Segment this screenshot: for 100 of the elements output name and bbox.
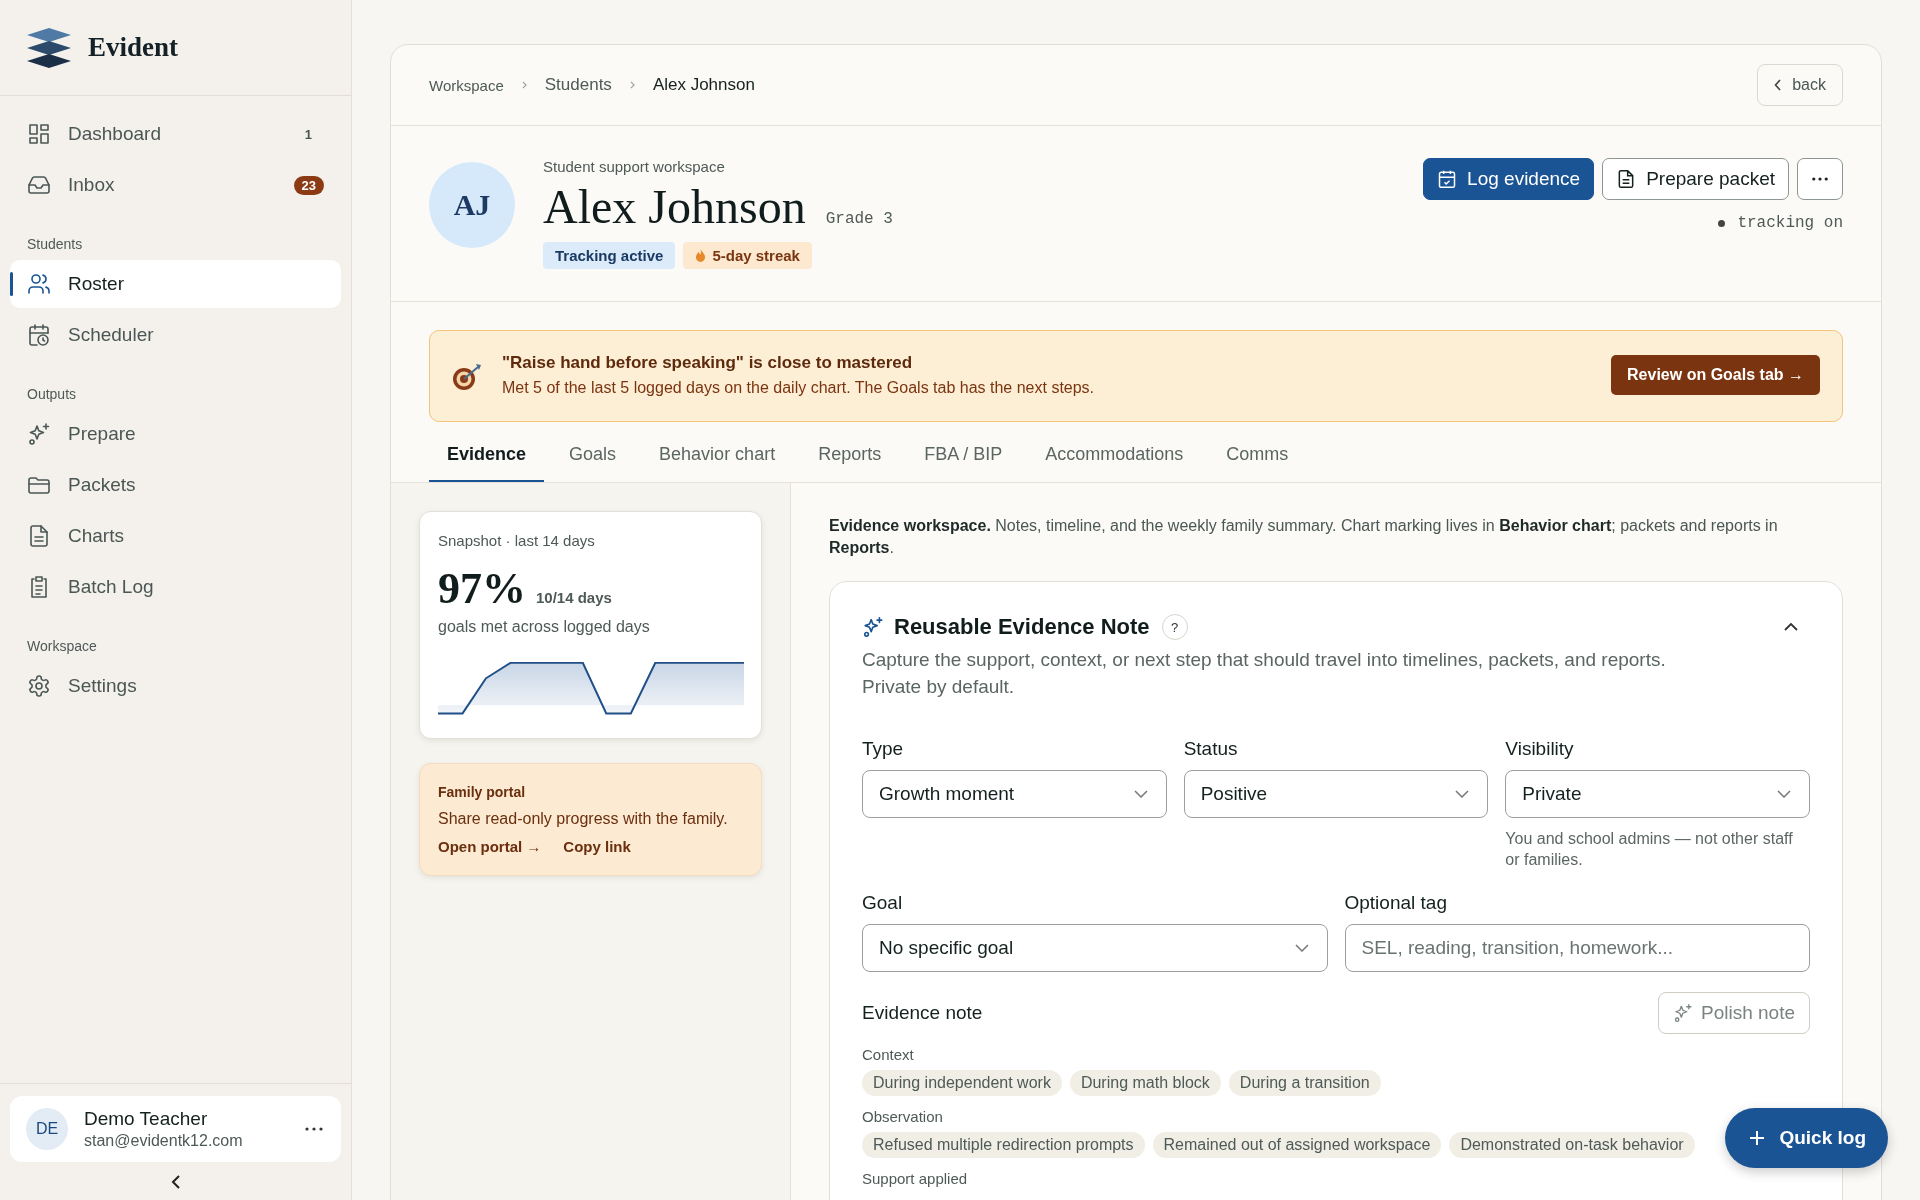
- suggestion-chip[interactable]: Refused multiple redirection prompts: [862, 1132, 1145, 1158]
- chevron-down-icon: [1133, 790, 1148, 798]
- snapshot-caption: goals met across logged days: [438, 618, 651, 636]
- grid-icon: [27, 122, 51, 146]
- sparkle-icon: [1673, 1003, 1693, 1023]
- field-label: Type: [862, 738, 905, 760]
- portal-link[interactable]: Open portal →: [438, 838, 542, 855]
- brand-name: Evident: [88, 32, 179, 63]
- sparkle-icon: [862, 616, 884, 638]
- student-avatar: AJ: [429, 162, 515, 248]
- nav-section-heading: Workspace: [26, 637, 98, 656]
- evidence-note-label: Evidence note: [862, 1002, 983, 1024]
- chevron-right-icon: [521, 81, 527, 89]
- calendar-icon: [27, 323, 51, 347]
- chevron-right-icon: [629, 81, 635, 89]
- field-hint: You and school admins — not other staff or families.: [1505, 829, 1794, 870]
- document-icon: [27, 524, 51, 548]
- back-button[interactable]: back: [1757, 64, 1843, 106]
- portal-text: Share read-only progress with the family.: [438, 810, 729, 828]
- nav-section-heading: Outputs: [26, 385, 78, 404]
- nav-section-heading: Students: [26, 235, 84, 254]
- more-icon: [1812, 177, 1828, 181]
- breadcrumb-item[interactable]: Workspace: [429, 76, 504, 94]
- snapshot-label: Snapshot · last 14 days: [438, 532, 596, 549]
- sidebar-item[interactable]: Batch Log: [10, 563, 341, 611]
- snapshot-value: 97%: [438, 563, 526, 614]
- status-tag: 5-day streak: [683, 242, 812, 269]
- tab[interactable]: Reports: [800, 430, 900, 482]
- collapse-chevron-icon[interactable]: [1784, 623, 1798, 631]
- tab[interactable]: Behavior chart: [641, 430, 794, 482]
- tab[interactable]: Comms: [1208, 430, 1307, 482]
- field-label: Optional tag: [1344, 892, 1448, 914]
- breadcrumb-item: Alex Johnson: [652, 75, 755, 95]
- user-name: Demo Teacher: [84, 1108, 209, 1130]
- log-evidence-button[interactable]: Log evidence: [1423, 158, 1595, 200]
- status-tag: Tracking active: [543, 242, 676, 269]
- portal-link[interactable]: Copy link: [563, 838, 631, 855]
- people-icon: [27, 272, 51, 296]
- suggestion-chip[interactable]: During a transition: [1228, 1070, 1381, 1096]
- suggestion-chip[interactable]: During independent work: [862, 1070, 1062, 1096]
- input-field[interactable]: SEL, reading, transition, homework...: [1344, 924, 1810, 972]
- target-icon: [452, 363, 482, 391]
- sparkle-icon: [27, 422, 51, 446]
- grade-label: Grade 3: [825, 210, 893, 228]
- select-field[interactable]: Private: [1505, 770, 1810, 818]
- sidebar-item[interactable]: Settings: [10, 662, 341, 710]
- sidebar-item[interactable]: Charts: [10, 512, 341, 560]
- user-email: stan@evidentk12.com: [84, 1132, 244, 1150]
- banner-text: Met 5 of the last 5 logged days on the daily chart. The Goals tab has the next steps.: [502, 379, 1096, 397]
- prepare-packet-button[interactable]: Prepare packet: [1602, 158, 1789, 200]
- logo-icon: [27, 27, 71, 68]
- sidebar-item[interactable]: Roster: [10, 260, 341, 308]
- suggestion-chip[interactable]: Demonstrated on-task behavior: [1449, 1132, 1695, 1158]
- more-button[interactable]: [1797, 158, 1843, 200]
- sidebar-item[interactable]: Inbox 23: [10, 161, 341, 209]
- student-name: Alex Johnson: [543, 179, 806, 234]
- user-avatar: DE: [26, 1108, 68, 1150]
- chevron-down-icon: [1294, 944, 1309, 952]
- count-label: 1: [304, 126, 313, 142]
- more-icon[interactable]: [305, 1127, 323, 1131]
- chevron-left-icon: [1774, 79, 1783, 91]
- banner-title: "Raise hand before speaking" is close to mastered: [502, 353, 914, 373]
- intro-text: Evidence workspace. Notes, timeline, and the weekly family summary. Chart marking lives in Behavior chart; packets and reports in Reports.: [829, 516, 1779, 558]
- sidebar-item[interactable]: Dashboard 1: [10, 110, 341, 158]
- suggestion-chip[interactable]: During math block: [1069, 1070, 1221, 1096]
- settings-icon: [27, 674, 51, 698]
- count-badge: 23: [293, 175, 324, 195]
- tracking-status: tracking on: [1737, 214, 1843, 232]
- field-label: Status: [1183, 738, 1239, 760]
- chip-group-heading: Observation: [862, 1108, 944, 1125]
- note-description: Capture the support, context, or next step that should travel into timelines, packets, and reports. Private by default.: [862, 648, 1667, 699]
- flame-icon: [695, 249, 707, 262]
- plus-icon: [1749, 1130, 1766, 1146]
- select-field[interactable]: No specific goal: [862, 924, 1328, 972]
- suggestion-chip[interactable]: Remained out of assigned workspace: [1152, 1132, 1442, 1158]
- chip-group-heading: Context: [862, 1046, 915, 1063]
- chevron-down-icon: [1455, 790, 1470, 798]
- status-dot-icon: [1718, 219, 1726, 227]
- quick-log-button[interactable]: Quick log: [1725, 1108, 1888, 1168]
- chevron-down-icon: [1777, 790, 1791, 798]
- field-label: Goal: [862, 892, 904, 914]
- tab[interactable]: Goals: [551, 430, 635, 482]
- user-card[interactable]: DE Demo Teacher stan@evidentk12.com: [10, 1096, 341, 1162]
- portal-title: Family portal: [438, 784, 527, 800]
- note-title: Reusable Evidence Note: [894, 614, 1150, 640]
- select-field[interactable]: Growth moment: [862, 770, 1167, 818]
- chip-group-heading: Support applied: [862, 1170, 969, 1187]
- inbox-icon: [27, 173, 51, 197]
- collapse-icon[interactable]: [170, 1174, 181, 1190]
- field-label: Visibility: [1505, 738, 1575, 760]
- eyebrow-text: Student support workspace: [543, 158, 726, 175]
- tab[interactable]: FBA / BIP: [906, 430, 1021, 482]
- tab[interactable]: Accommodations: [1027, 430, 1202, 482]
- sidebar-item[interactable]: Scheduler: [10, 311, 341, 359]
- review-goals-button[interactable]: Review on Goals tab →: [1611, 355, 1820, 395]
- sidebar-item[interactable]: Packets: [10, 461, 341, 509]
- snapshot-days: 10/14 days: [536, 589, 612, 606]
- sidebar-item[interactable]: Prepare: [10, 410, 341, 458]
- select-field[interactable]: Positive: [1183, 770, 1489, 818]
- breadcrumb-item[interactable]: Students: [544, 75, 612, 95]
